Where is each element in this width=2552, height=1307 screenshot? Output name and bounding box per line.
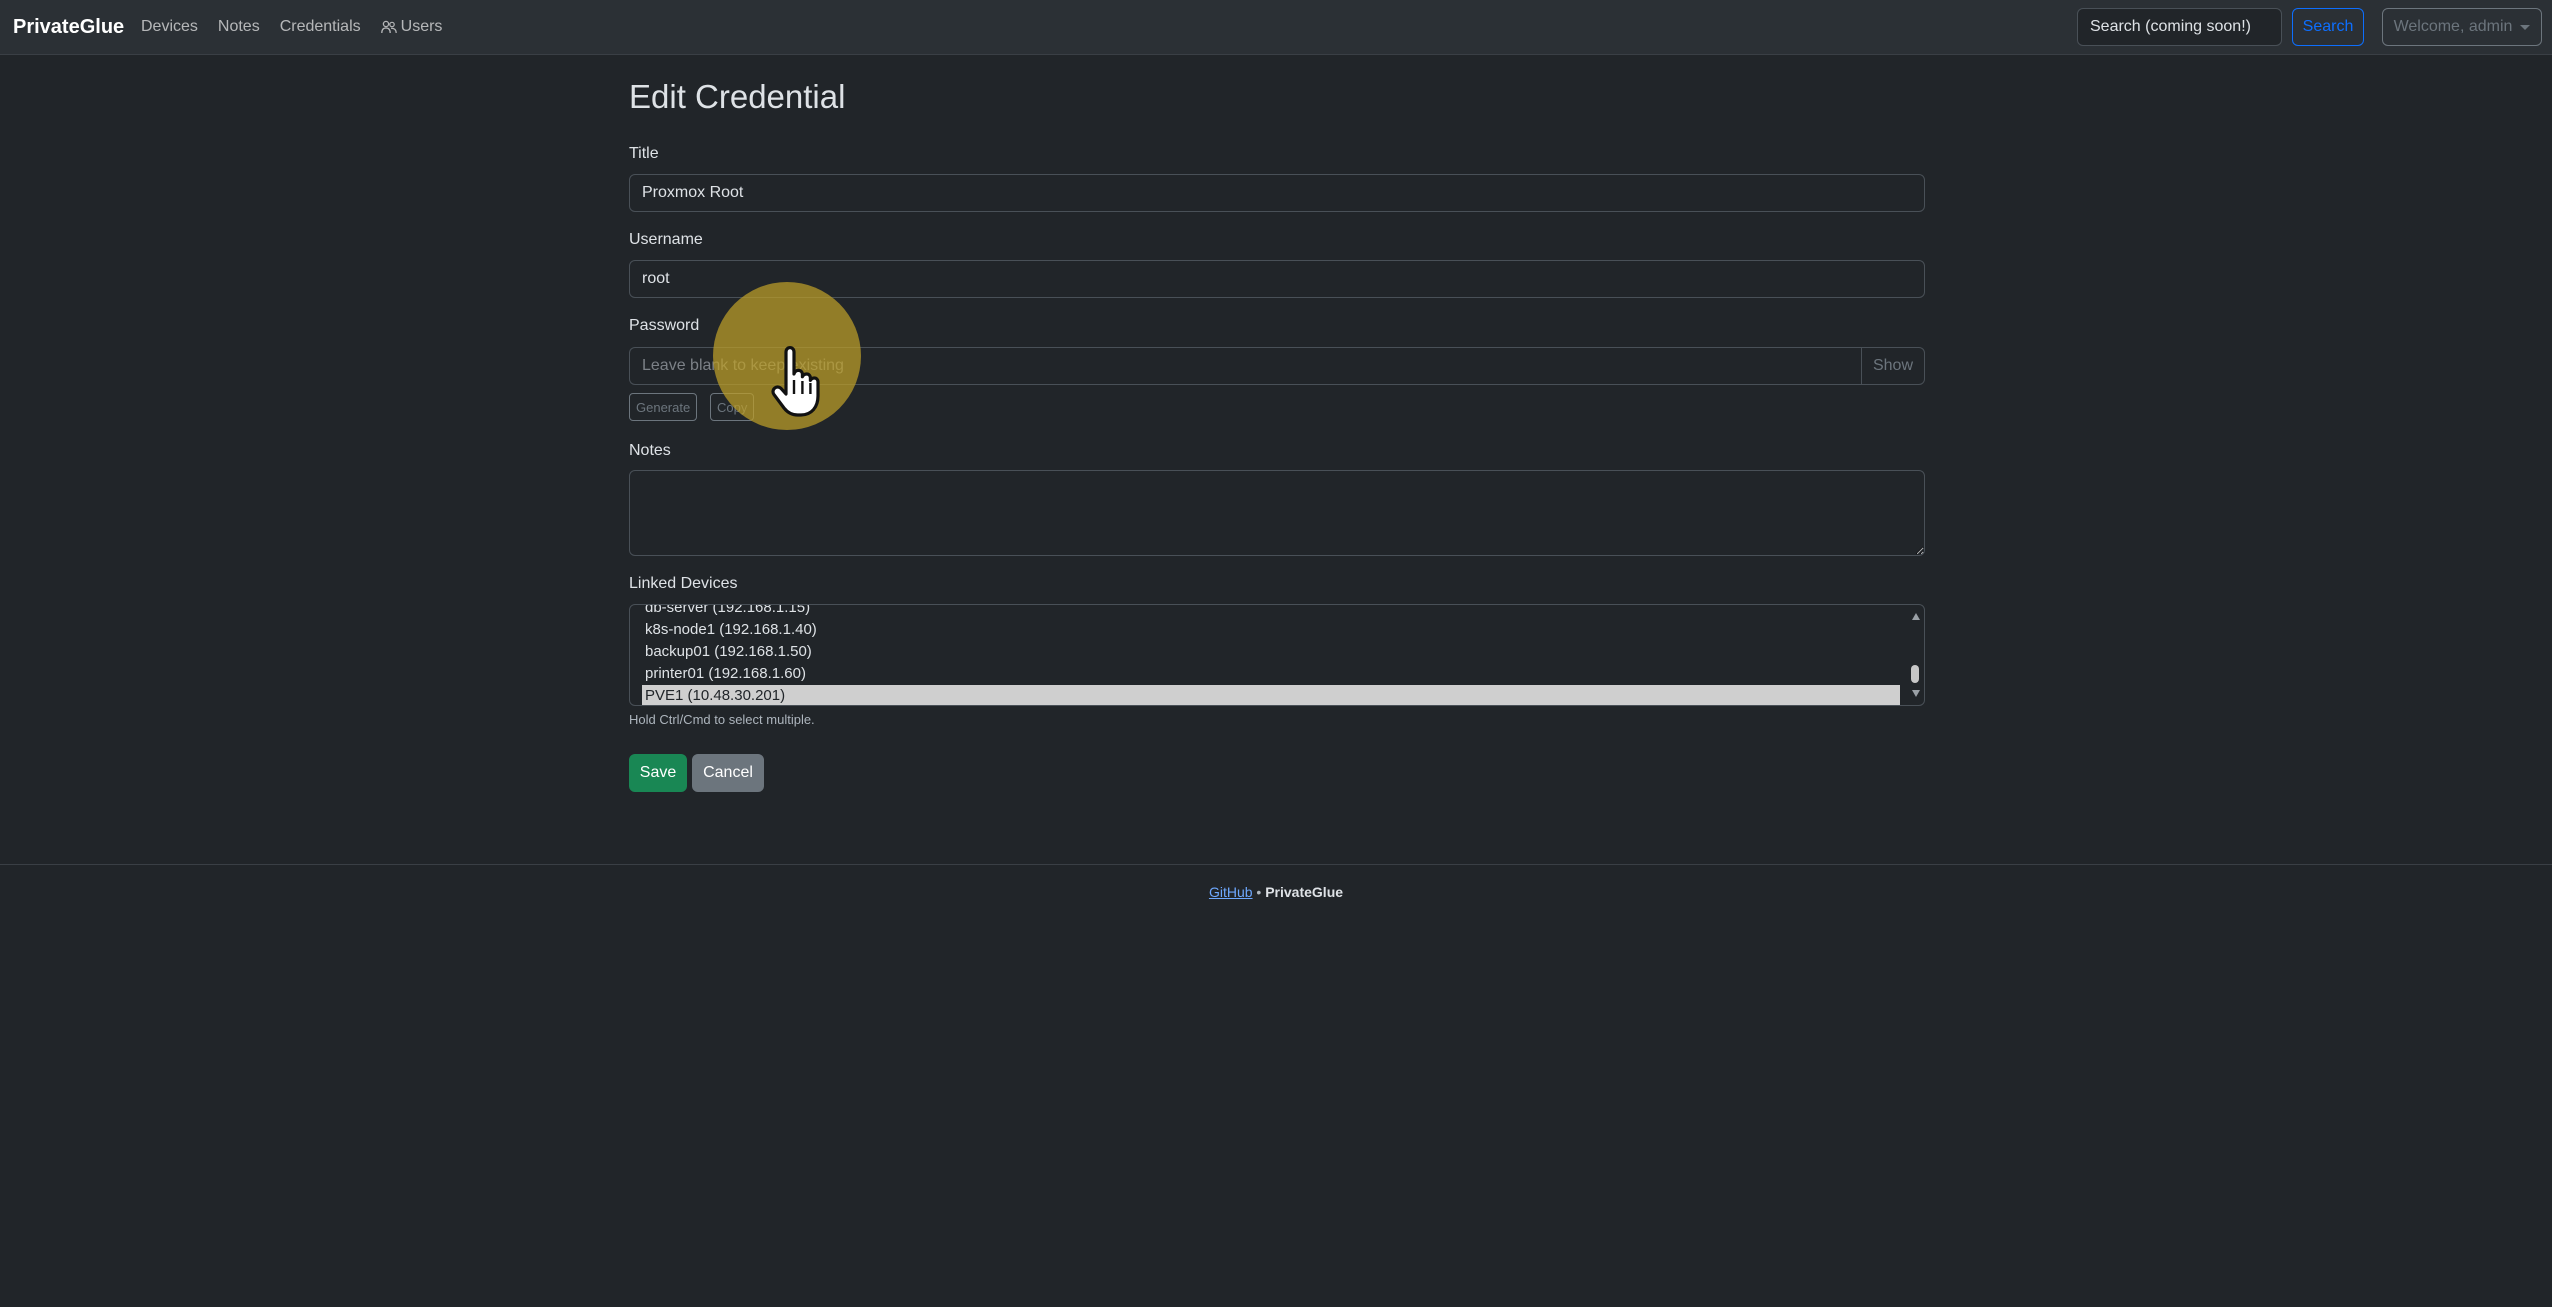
footer-separator: • <box>1256 884 1262 900</box>
device-option[interactable]: k8s-node1 (192.168.1.40) <box>642 619 1900 641</box>
password-field[interactable] <box>629 347 1861 385</box>
device-option[interactable]: PVE1 (10.48.30.201) <box>642 685 1900 705</box>
username-field[interactable] <box>629 260 1925 298</box>
linked-devices-list: db-server (192.168.1.15) k8s-node1 (192.1… <box>642 605 1900 705</box>
scroll-up-icon[interactable] <box>1912 613 1920 620</box>
linked-devices-label: Linked Devices <box>629 575 738 592</box>
cancel-button[interactable]: Cancel <box>692 754 764 792</box>
title-label: Title <box>629 145 659 162</box>
nav-link-credentials[interactable]: Credentials <box>280 17 361 37</box>
footer-divider <box>0 864 2552 865</box>
device-option[interactable]: backup01 (192.168.1.50) <box>642 641 1900 663</box>
password-input-group: Show <box>629 347 1925 385</box>
page-title: Edit Credential <box>629 78 846 115</box>
linked-devices-viewport: db-server (192.168.1.15) k8s-node1 (192.1… <box>642 605 1900 705</box>
nav-links: Devices Notes Credentials Users <box>141 17 462 37</box>
device-list-scrollbar[interactable] <box>1910 607 1922 703</box>
search-input[interactable] <box>2077 8 2282 46</box>
caret-icon <box>2520 24 2531 30</box>
nav-link-notes[interactable]: Notes <box>218 17 260 37</box>
top-navbar: PrivateGlue Devices Notes Credentials Us… <box>0 0 2552 55</box>
generate-password-button[interactable]: Generate <box>629 393 698 421</box>
copy-password-button[interactable]: Copy <box>710 393 755 421</box>
footer-brand: PrivateGlue <box>1265 884 1344 900</box>
scroll-down-icon[interactable] <box>1912 690 1920 697</box>
title-field[interactable] <box>629 174 1925 212</box>
show-password-button[interactable]: Show <box>1861 347 1925 385</box>
nav-link-devices[interactable]: Devices <box>141 17 198 37</box>
linked-devices-select[interactable]: db-server (192.168.1.15) k8s-node1 (192.1… <box>629 604 1925 706</box>
nav-link-users[interactable]: Users <box>380 17 443 37</box>
search-button[interactable]: Search <box>2292 8 2364 46</box>
save-button[interactable]: Save <box>629 754 687 792</box>
nav-link-users-label: Users <box>400 18 443 35</box>
password-label: Password <box>629 317 700 334</box>
multi-select-help-text: Hold Ctrl/Cmd to select multiple. <box>629 712 815 727</box>
footer: GitHub • PrivateGlue <box>0 884 2552 900</box>
brand-link[interactable]: PrivateGlue <box>13 14 124 40</box>
github-link[interactable]: GitHub <box>1209 884 1253 900</box>
device-option[interactable]: db-server (192.168.1.15) <box>642 605 1900 619</box>
user-menu-label: Welcome, admin <box>2393 18 2513 35</box>
device-option[interactable]: printer01 (192.168.1.60) <box>642 663 1900 685</box>
notes-label: Notes <box>629 442 671 459</box>
users-icon <box>380 20 397 34</box>
username-label: Username <box>629 231 703 248</box>
notes-field[interactable] <box>629 470 1925 556</box>
user-menu-button[interactable]: Welcome, admin <box>2382 8 2542 46</box>
scroll-thumb[interactable] <box>1911 665 1919 683</box>
